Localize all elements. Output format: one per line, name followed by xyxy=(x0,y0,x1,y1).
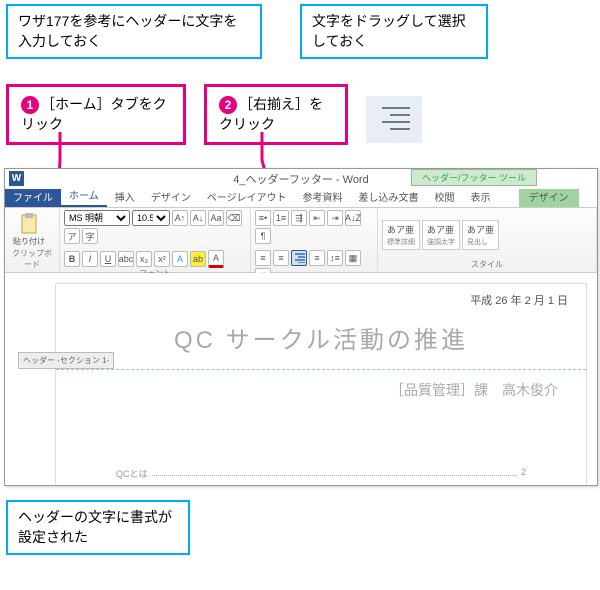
document-area[interactable]: 平成 26 年 2 月 1 日 QC サークル活動の推進 ヘッダー -セクション… xyxy=(5,273,597,486)
ribbon-tabs: ファイル ホーム 挿入 デザイン ページレイアウト 参考資料 差し込み文書 校閲… xyxy=(5,189,597,208)
note-prepare-header: ワザ177を参考にヘッダーに文字を入力しておく xyxy=(6,4,262,59)
show-marks-icon[interactable]: ¶ xyxy=(255,228,271,244)
word-window: W 4_ヘッダーフッター - Word ヘッダー/フッター ツール ファイル ホ… xyxy=(4,168,598,486)
tab-file[interactable]: ファイル xyxy=(5,186,61,207)
text-effects-icon[interactable]: A xyxy=(172,251,188,267)
clear-format-icon[interactable]: ⌫ xyxy=(226,210,242,226)
align-left-icon[interactable]: ≡ xyxy=(255,250,271,266)
group-styles: あア亜標準詳細 あア亜強調太字 あア亜見出し スタイル xyxy=(378,208,597,272)
enclose-icon[interactable]: 字 xyxy=(82,228,98,244)
shading-icon[interactable]: ▦ xyxy=(345,250,361,266)
shrink-font-icon[interactable]: A↓ xyxy=(190,210,206,226)
word-title: 4_ヘッダーフッター - Word xyxy=(233,171,368,187)
tab-view[interactable]: 表示 xyxy=(463,186,499,207)
align-right-button[interactable] xyxy=(291,250,307,266)
callout-step-1: 1［ホーム］タブをクリック xyxy=(6,84,186,145)
ribbon: 貼り付け クリップボード MS 明朝 10.5 A↑ A↓ Aa ⌫ ア 字 B… xyxy=(5,208,597,273)
superscript-icon[interactable]: x² xyxy=(154,251,170,267)
font-color-icon[interactable]: A xyxy=(208,250,224,268)
bullets-icon[interactable]: ≡• xyxy=(255,210,271,226)
numbering-icon[interactable]: 1≡ xyxy=(273,210,289,226)
tab-references[interactable]: 参考資料 xyxy=(295,186,351,207)
page: 平成 26 年 2 月 1 日 QC サークル活動の推進 ヘッダー -セクション… xyxy=(55,283,587,486)
line-spacing-icon[interactable]: ↕≡ xyxy=(327,250,343,266)
body-toc-line: QCとは2 xyxy=(116,467,526,480)
tab-page-layout[interactable]: ページレイアウト xyxy=(199,186,295,207)
increase-indent-icon[interactable]: ⇥ xyxy=(327,210,343,226)
highlight-icon[interactable]: ab xyxy=(190,251,206,267)
align-center-icon[interactable]: ≡ xyxy=(273,250,289,266)
font-name-select[interactable]: MS 明朝 xyxy=(64,210,130,226)
tab-insert[interactable]: 挿入 xyxy=(107,186,143,207)
header-zone[interactable]: 平成 26 年 2 月 1 日 QC サークル活動の推進 xyxy=(56,284,586,370)
word-titlebar: W 4_ヘッダーフッター - Word ヘッダー/フッター ツール xyxy=(5,169,597,189)
contextual-tab-group: ヘッダー/フッター ツール xyxy=(411,169,537,186)
group-clipboard: 貼り付け クリップボード xyxy=(5,208,60,272)
style-normal[interactable]: あア亜標準詳細 xyxy=(382,220,420,250)
callout-step-2: 2［右揃え］をクリック xyxy=(204,84,348,145)
style-heading[interactable]: あア亜見出し xyxy=(462,220,499,250)
group-font: MS 明朝 10.5 A↑ A↓ Aa ⌫ ア 字 B I U abc x₂ x… xyxy=(60,208,251,272)
note-drag-select: 文字をドラッグして選択しておく xyxy=(300,4,488,59)
tab-mailings[interactable]: 差し込み文書 xyxy=(351,186,427,207)
phonetic-icon[interactable]: ア xyxy=(64,228,80,244)
font-size-select[interactable]: 10.5 xyxy=(132,210,170,226)
clipboard-icon xyxy=(19,212,39,236)
multilevel-icon[interactable]: ⇶ xyxy=(291,210,307,226)
header-title: QC サークル活動の推進 xyxy=(56,320,586,355)
header-subtitle: ［品質管理］課 高木俊介 xyxy=(390,380,558,400)
change-case-icon[interactable]: Aa xyxy=(208,210,224,226)
strike-icon[interactable]: abc xyxy=(118,251,134,267)
align-justify-icon[interactable]: ≡ xyxy=(309,250,325,266)
tab-design[interactable]: デザイン xyxy=(143,186,199,207)
bold-icon[interactable]: B xyxy=(64,251,80,267)
group-paragraph: ≡• 1≡ ⇶ ⇤ ⇥ A↓Z ¶ ≡ ≡ ≡ ↕≡ ▦ 田 段落 xyxy=(251,208,378,272)
note-result: ヘッダーの文字に書式が設定された xyxy=(6,500,190,555)
sort-icon[interactable]: A↓Z xyxy=(345,210,361,226)
italic-icon[interactable]: I xyxy=(82,251,98,267)
step-2-number: 2 xyxy=(219,96,237,114)
header-section-tag: ヘッダー -セクション 1- xyxy=(18,352,114,369)
word-logo-icon: W xyxy=(9,171,24,186)
decrease-indent-icon[interactable]: ⇤ xyxy=(309,210,325,226)
paste-button[interactable]: 貼り付け xyxy=(9,210,49,248)
underline-icon[interactable]: U xyxy=(100,251,116,267)
header-date: 平成 26 年 2 月 1 日 xyxy=(470,292,568,308)
tab-header-footer-design[interactable]: デザイン xyxy=(519,186,579,207)
grow-font-icon[interactable]: A↑ xyxy=(172,210,188,226)
style-emphasis[interactable]: あア亜強調太字 xyxy=(422,220,460,250)
align-right-icon-large xyxy=(366,96,422,143)
step-1-number: 1 xyxy=(21,96,39,114)
tab-review[interactable]: 校閲 xyxy=(427,186,463,207)
subscript-icon[interactable]: x₂ xyxy=(136,251,152,267)
